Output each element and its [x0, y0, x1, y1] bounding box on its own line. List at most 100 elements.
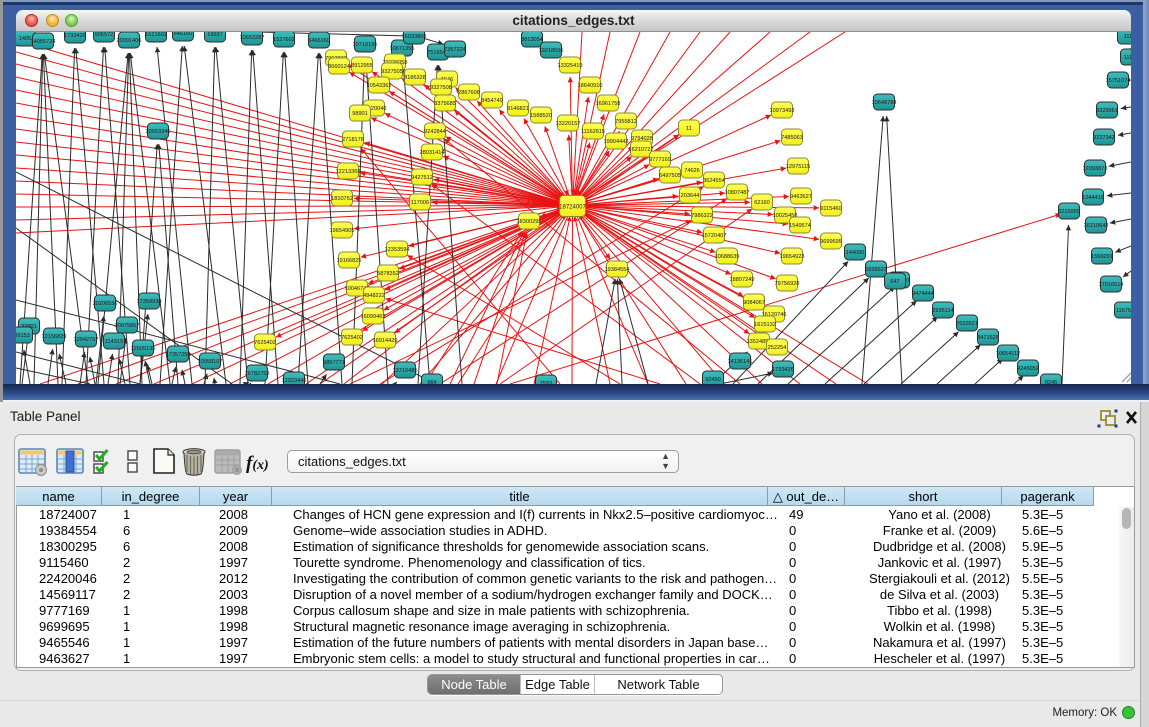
svg-text:117006: 117006: [411, 200, 429, 206]
svg-text:17357255: 17357255: [166, 352, 191, 358]
svg-text:12213369: 12213369: [336, 169, 361, 175]
svg-text:4948222: 4948222: [363, 293, 385, 299]
svg-text:2867608: 2867608: [458, 90, 480, 96]
svg-text:79756928: 79756928: [775, 281, 800, 287]
svg-text:9327508: 9327508: [430, 85, 452, 91]
svg-text:8186328: 8186328: [404, 75, 426, 81]
svg-text:7625402: 7625402: [341, 335, 363, 341]
svg-text:15751074: 15751074: [1106, 78, 1131, 84]
svg-text:14136141: 14136141: [728, 359, 753, 365]
svg-text:18807249: 18807249: [730, 277, 755, 283]
svg-text:9227342: 9227342: [1093, 135, 1115, 141]
svg-text:3215955: 3215955: [1058, 209, 1080, 215]
svg-text:144095: 144095: [846, 250, 865, 256]
svg-text:6497505: 6497505: [659, 173, 681, 179]
svg-text:1733426: 1733426: [772, 367, 794, 373]
svg-text:10648784: 10648784: [872, 100, 897, 106]
svg-text:f(x): f(x): [246, 453, 269, 474]
svg-text:11124: 11124: [1124, 55, 1131, 61]
svg-text:11: 11: [686, 126, 692, 132]
svg-text:646160: 646160: [174, 32, 193, 37]
svg-text:12093873: 12093873: [1083, 166, 1108, 172]
svg-text:74626: 74626: [684, 168, 700, 174]
svg-text:1549574: 1549574: [789, 223, 811, 229]
svg-text:9777169: 9777169: [649, 157, 671, 163]
svg-text:12942757: 12942757: [74, 337, 99, 343]
svg-text:98901: 98901: [352, 111, 368, 117]
svg-text:10807487: 10807487: [725, 190, 750, 196]
svg-text:17016514: 17016514: [1099, 282, 1124, 288]
svg-text:30975857: 30975857: [115, 323, 140, 329]
svg-text:8660124: 8660124: [328, 64, 350, 70]
svg-text:13325419: 13325419: [558, 63, 583, 69]
svg-text:17359938: 17359938: [137, 299, 162, 305]
svg-text:7357224: 7357224: [444, 47, 466, 53]
svg-text:647: 647: [890, 279, 899, 285]
svg-text:12975115: 12975115: [786, 164, 810, 170]
svg-text:28031414: 28031414: [420, 150, 445, 156]
svg-text:7485063: 7485063: [781, 135, 803, 141]
svg-text:8375685: 8375685: [434, 101, 456, 107]
svg-text:19654923: 19654923: [780, 254, 805, 260]
svg-text:9463627: 9463627: [790, 194, 812, 200]
svg-text:10719155: 10719155: [353, 42, 378, 48]
svg-text:10654112: 10654112: [996, 351, 1020, 357]
svg-text:6466160: 6466160: [308, 38, 330, 44]
svg-text:19166825: 19166825: [337, 258, 362, 264]
svg-text:1615132: 1615132: [754, 322, 776, 328]
svg-text:18724007: 18724007: [559, 205, 586, 211]
svg-text:9699695: 9699695: [820, 239, 842, 245]
svg-text:8471626: 8471626: [977, 335, 999, 341]
svg-text:1733426: 1733426: [64, 33, 86, 39]
svg-text:13716485: 13716485: [393, 368, 418, 374]
svg-text:1569291: 1569291: [1091, 254, 1113, 260]
svg-text:7592: 7592: [540, 381, 552, 384]
svg-text:16210643: 16210643: [1084, 223, 1109, 229]
svg-text:964: 964: [427, 380, 436, 384]
svg-text:16210722: 16210722: [629, 147, 654, 153]
svg-text:20091406: 20091406: [117, 38, 142, 44]
svg-text:203644: 203644: [681, 193, 700, 199]
svg-text:10958107: 10958107: [198, 359, 223, 365]
svg-text:111: 111: [1124, 34, 1131, 40]
svg-text:252254: 252254: [768, 345, 787, 351]
svg-text:13220157: 13220157: [556, 121, 581, 127]
svg-text:9327505: 9327505: [381, 69, 403, 75]
svg-text:16782759: 16782759: [245, 371, 270, 377]
svg-text:19937: 19937: [207, 32, 223, 38]
svg-text:19384554: 19384554: [605, 267, 630, 273]
svg-text:905572: 905572: [95, 32, 114, 38]
svg-text:16961758: 16961758: [596, 101, 621, 107]
svg-text:18300295: 18300295: [517, 219, 542, 225]
svg-text:9245: 9245: [1045, 380, 1057, 384]
svg-text:39153: 39153: [16, 333, 30, 339]
svg-text:20206536: 20206536: [93, 301, 118, 307]
svg-text:12353594: 12353594: [385, 247, 410, 253]
svg-text:1810752: 1810752: [331, 196, 353, 202]
svg-text:9329961: 9329961: [1096, 108, 1118, 114]
svg-text:2718176: 2718176: [342, 137, 364, 143]
svg-text:9427512: 9427512: [411, 175, 433, 181]
svg-text:7632621: 7632621: [956, 321, 978, 327]
svg-text:19654905: 19654905: [330, 228, 355, 234]
svg-text:1405: 1405: [19, 36, 31, 42]
svg-text:10973493: 10973493: [770, 108, 795, 114]
svg-text:5938923: 5938923: [865, 267, 887, 273]
svg-text:2935114: 2935114: [932, 308, 953, 314]
svg-text:9245052: 9245052: [1017, 366, 1039, 372]
svg-text:7986322: 7986322: [691, 213, 713, 219]
svg-text:10671355: 10671355: [390, 46, 415, 52]
svg-text:8912955: 8912955: [351, 63, 373, 69]
svg-text:116753: 116753: [1116, 308, 1131, 314]
svg-text:114319: 114319: [105, 339, 123, 345]
svg-text:1588520: 1588520: [530, 113, 552, 119]
svg-text:10688639: 10688639: [715, 254, 740, 260]
svg-text:12156829: 12156829: [42, 334, 67, 340]
svg-text:8454749: 8454749: [481, 98, 503, 104]
svg-text:10653287: 10653287: [240, 35, 265, 41]
svg-text:20053346: 20053346: [146, 129, 171, 135]
svg-text:10543362: 10543362: [367, 83, 392, 89]
svg-text:12505135: 12505135: [131, 346, 156, 352]
svg-text:12323446: 12323446: [282, 378, 307, 384]
svg-text:8813054: 8813054: [521, 37, 543, 43]
